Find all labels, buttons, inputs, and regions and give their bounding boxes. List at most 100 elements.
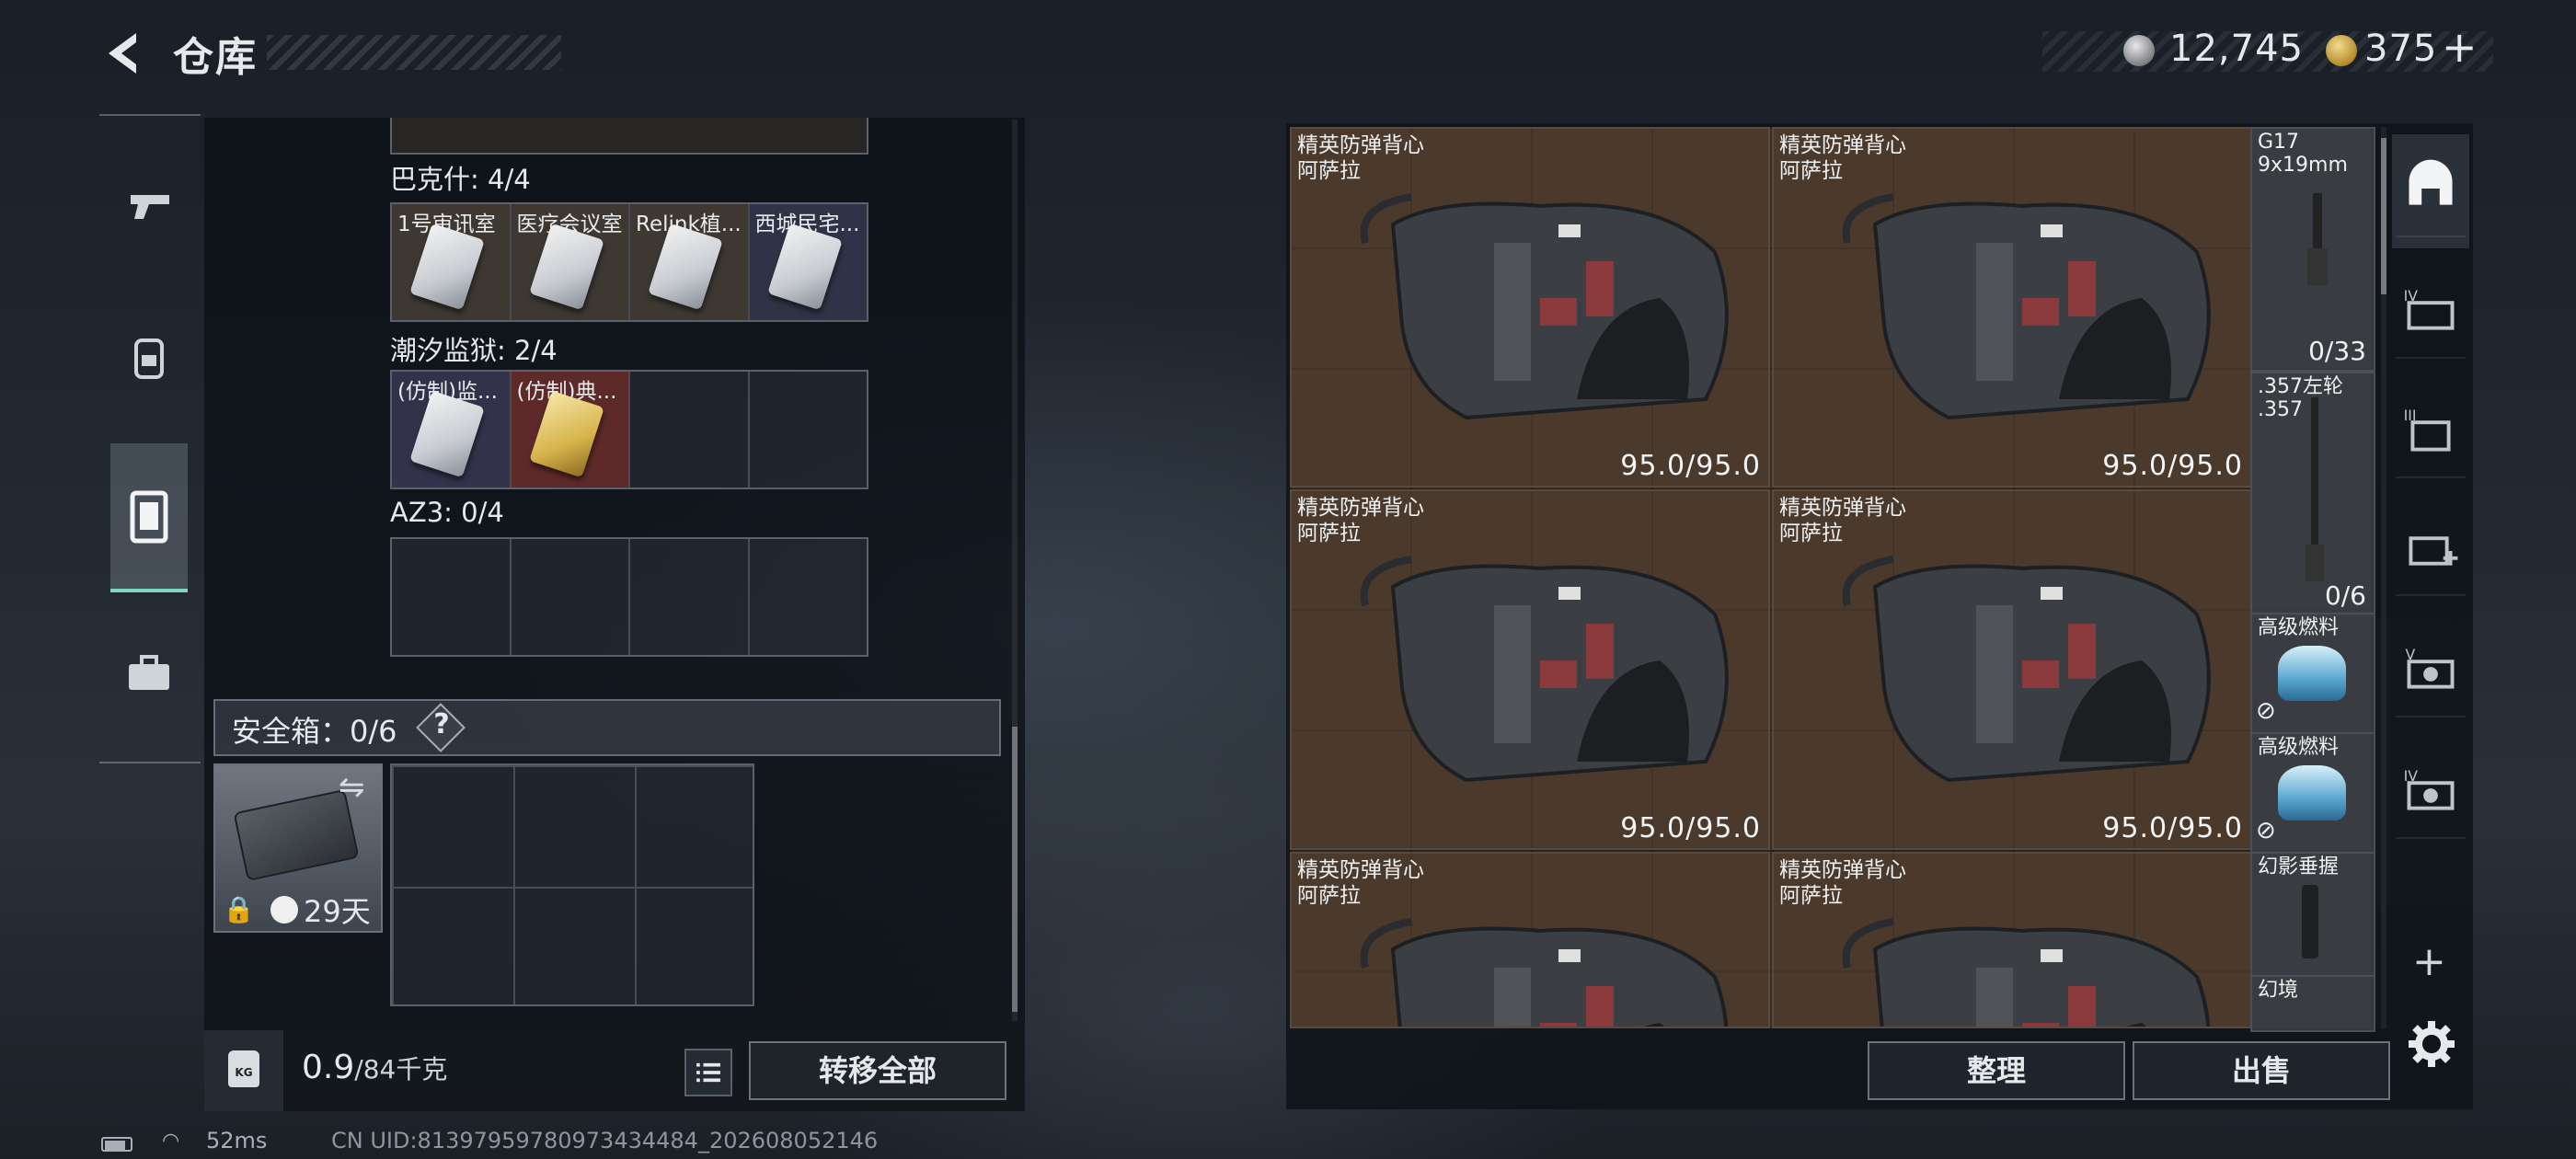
group-label-bakshi: 巴克什: 4/4 [390,164,531,195]
stash-overview-icon[interactable] [2396,145,2466,237]
no-trade-icon: ⊘ [2256,697,2276,725]
gear-icon[interactable] [2403,1016,2460,1073]
battery-level [105,1141,125,1152]
lock-icon: 🔒 [223,894,255,924]
side-item-name: 高级燃料 [2258,616,2340,639]
weight-readout: 0.9/84千克 [302,1049,447,1086]
stash-tab-4b-icon[interactable]: IV [2396,747,2466,839]
empty-slot[interactable] [750,372,868,488]
safe-box-label: 安全箱：0/6 [232,714,397,749]
side-item[interactable]: 高级燃料 ⊘ [2250,613,2375,734]
side-item[interactable]: .357左轮 .357 0/6 [2250,372,2375,616]
gold-amount: 375 [2364,28,2438,70]
stash-medical-icon[interactable] [2396,504,2466,596]
safe-box-grid[interactable] [390,763,754,1006]
add-tab-button[interactable]: + [2412,938,2446,985]
vest-durability: 95.0/95.0 [1620,812,1761,844]
stash-tab-5-icon[interactable]: V [2396,625,2466,717]
nav-toolbox-icon[interactable] [109,625,190,727]
nav-backpack-icon[interactable] [109,313,190,414]
vest-name: 精英防弹背心 阿萨拉 [1297,858,1424,908]
vest-name: 精英防弹背心 阿萨拉 [1779,496,1906,545]
empty-slot[interactable] [512,539,630,655]
keycard-slot[interactable]: 西城民宅... [749,204,867,320]
vest-item[interactable]: 精英防弹背心 阿萨拉 95.0/95.0 [1772,127,2252,488]
help-button[interactable]: ? [425,708,458,740]
safe-box-days: 29天 [304,894,371,929]
stash-tab-4-icon[interactable]: IV [2396,267,2466,359]
keycard-slot[interactable]: (仿制)监... [392,372,512,488]
nav-weapons-pistol-icon[interactable] [109,155,190,256]
side-item-name: 高级燃料 [2258,736,2340,759]
side-item[interactable]: G17 9x19mm 0/33 [2250,127,2375,372]
group-grid-bakshi: 1号审讯室 医疗会议室 Relink植... 西城民宅... [390,202,868,322]
side-item-name: 幻境 [2258,979,2299,1002]
armor-vest-icon [1360,918,1729,1027]
list-view-icon[interactable] [684,1049,732,1096]
silver-coin-icon [2123,35,2155,66]
sort-button[interactable]: 整理 [1868,1041,2125,1100]
armor-vest-icon [1842,193,2211,420]
transfer-all-button[interactable]: 转移全部 [749,1041,1006,1100]
side-item-count: 0/33 [2308,336,2366,366]
keycard-slot[interactable]: 医疗会议室 [511,204,630,320]
back-arrow-icon[interactable] [99,28,151,79]
fuel-can-icon [2278,646,2346,701]
stash-tab-3-icon[interactable]: III [2396,386,2466,478]
revolver-icon [2306,397,2324,581]
vest-durability: 95.0/95.0 [2102,450,2243,482]
weight-current: 0.9 [302,1049,355,1086]
vest-name: 精英防弹背心 阿萨拉 [1297,496,1424,545]
empty-slot[interactable] [750,539,868,655]
vest-item[interactable]: 精英防弹背心 阿萨拉 95.0/95.0 [1290,489,1770,850]
weight-capacity: /84千克 [354,1054,448,1084]
keycard-slot[interactable]: (仿制)典... [511,372,630,488]
vest-durability: 95.0/95.0 [1620,450,1761,482]
previous-group-partial [390,118,868,155]
empty-slot[interactable] [630,372,750,488]
stash-scroll-thumb[interactable] [2381,138,2386,294]
wifi-icon: ◠ [162,1130,180,1153]
side-item[interactable]: 高级燃料 ⊘ [2250,732,2375,854]
vest-item[interactable]: 精英防弹背心 阿萨拉 95.0/95.0 [1772,489,2252,850]
vest-name: 精英防弹背心 阿萨拉 [1779,858,1906,908]
armor-vest-icon [1360,193,1729,420]
armor-vest-icon [1842,556,2211,783]
inventory-scroll-thumb[interactable] [1012,727,1018,1012]
nav-storage-icon[interactable] [109,469,190,570]
page-title: 仓库 [173,34,258,81]
group-grid-tidal-prison: (仿制)监... (仿制)典... [390,370,868,489]
uid-text: CN UID:81397959780973434484_202608052146 [331,1128,879,1153]
group-grid-az3 [390,537,868,657]
no-trade-icon: ⊘ [2256,817,2276,844]
vest-durability: 95.0/95.0 [2102,812,2243,844]
silver-amount: 12,745 [2169,28,2304,70]
fuel-can-icon [2278,765,2346,820]
grip-icon [2302,885,2318,958]
armor-vest-icon [1360,556,1729,783]
side-item[interactable]: 幻境 [2250,975,2375,1032]
sell-button[interactable]: 出售 [2133,1041,2390,1100]
pistol-icon [2307,193,2328,285]
keycard-slot[interactable]: 1号审讯室 [392,204,512,320]
add-currency-button[interactable]: + [2442,22,2478,72]
swap-icon[interactable]: ⇋ [339,769,365,806]
keycard-slot[interactable]: Relink植... [630,204,750,320]
empty-slot[interactable] [392,539,512,655]
weight-kg-icon: KG [228,1050,259,1087]
title-stripe [267,35,561,70]
vest-item[interactable]: 精英防弹背心 阿萨拉 [1772,852,2252,1028]
vest-name: 精英防弹背心 阿萨拉 [1779,133,1906,183]
vest-item[interactable]: 精英防弹背心 阿萨拉 [1290,852,1770,1028]
side-item[interactable]: 幻影垂握 [2250,852,2375,977]
empty-slot[interactable] [630,539,750,655]
clock-icon [270,896,298,924]
group-label-az3: AZ3: 0/4 [390,497,504,528]
ping-text: 52ms [206,1128,268,1153]
gold-coin-icon [2326,35,2357,66]
side-item-count: 0/6 [2324,580,2366,611]
side-item-name: G17 9x19mm [2258,131,2348,177]
vest-item[interactable]: 精英防弹背心 阿萨拉 95.0/95.0 [1290,127,1770,488]
vest-name: 精英防弹背心 阿萨拉 [1297,133,1424,183]
side-item-name: 幻影垂握 [2258,855,2340,878]
